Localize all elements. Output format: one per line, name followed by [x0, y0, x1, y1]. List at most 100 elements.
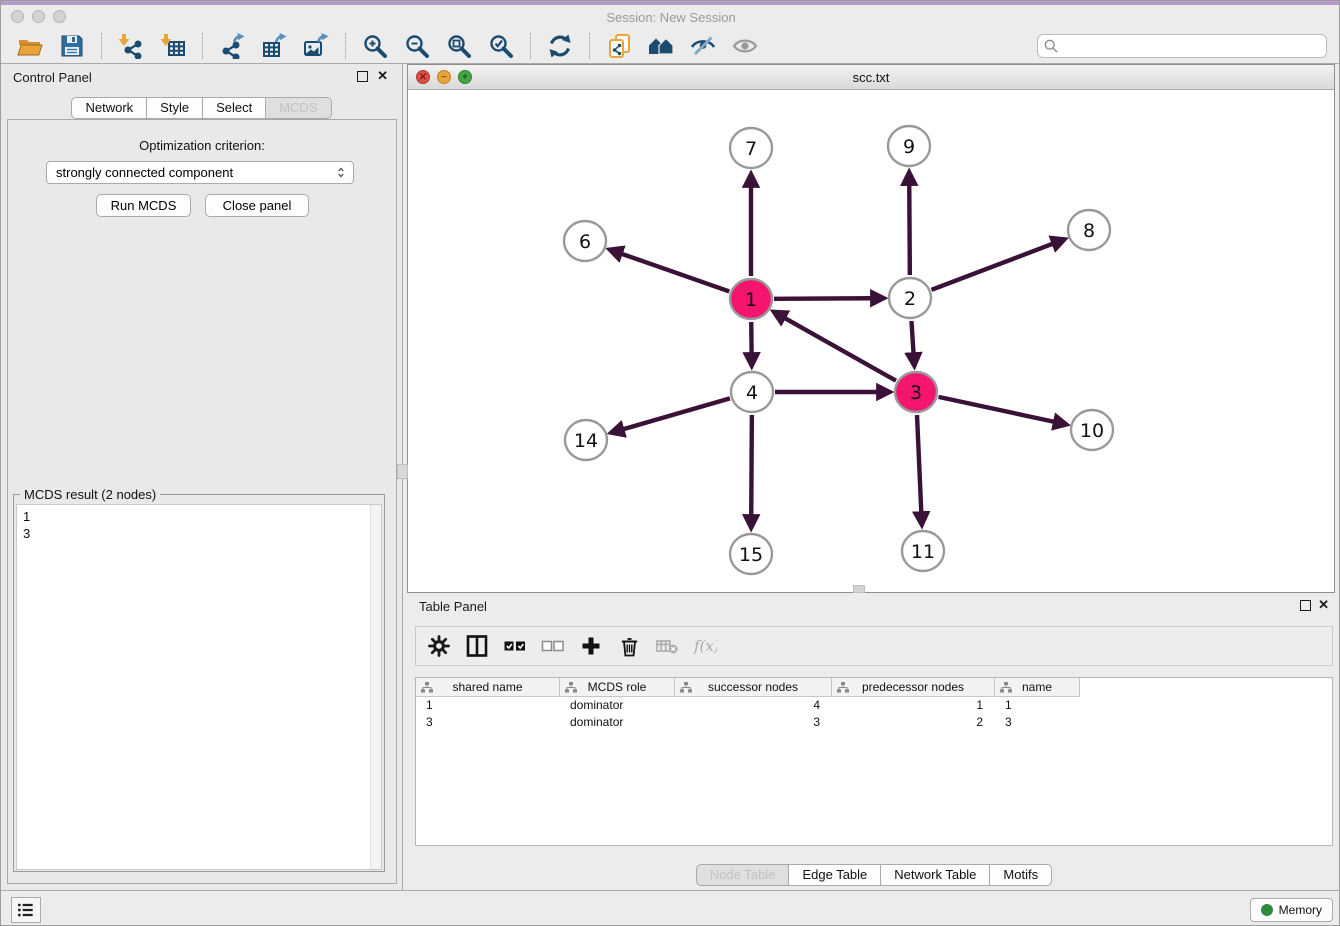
table-cell[interactable]: 1 [832, 697, 995, 714]
tab-mcds[interactable]: MCDS [266, 97, 331, 119]
import-network-button[interactable] [117, 32, 145, 60]
optimization-criterion-select[interactable]: strongly connected component [46, 161, 354, 184]
search-input[interactable] [1037, 34, 1327, 58]
control-panel-tabs: NetworkStyleSelectMCDS [1, 97, 402, 119]
new-network-from-selection-button[interactable] [605, 32, 633, 60]
show-all-button[interactable] [731, 32, 759, 60]
table-row[interactable]: 3dominator323 [416, 714, 1332, 731]
edge-2-8[interactable] [932, 244, 1053, 290]
table-cell[interactable]: 3 [416, 714, 560, 731]
edge-3-11[interactable] [917, 415, 921, 512]
node-15[interactable]: 15 [730, 534, 772, 574]
node-14[interactable]: 14 [565, 420, 607, 460]
show-columns-button[interactable] [464, 633, 490, 659]
export-network-button[interactable] [218, 32, 246, 60]
node-11[interactable]: 11 [902, 531, 944, 571]
column-header-predecessor-nodes[interactable]: predecessor nodes [832, 678, 995, 697]
vertical-splitter-handle[interactable] [397, 464, 408, 479]
open-session-button[interactable] [16, 32, 44, 60]
hide-selected-button[interactable] [689, 32, 717, 60]
export-table-icon [261, 33, 287, 59]
delete-column-button[interactable] [616, 633, 642, 659]
table-cell[interactable]: 1 [416, 697, 560, 714]
column-header-MCDS-role[interactable]: MCDS role [560, 678, 675, 697]
node-label: 7 [745, 138, 757, 160]
select-all-columns-button[interactable] [502, 633, 528, 659]
tab-network-table[interactable]: Network Table [881, 864, 990, 886]
table-panel-header: Table Panel ✕ [407, 593, 1340, 619]
memory-button[interactable]: Memory [1250, 898, 1333, 922]
edge-3-10[interactable] [938, 397, 1053, 422]
tab-motifs[interactable]: Motifs [990, 864, 1052, 886]
application-window: Session: New Session Control Panel ✕ Net… [0, 0, 1340, 926]
uncheck-all-icon [541, 634, 565, 658]
zoom-selected-button[interactable] [487, 32, 515, 60]
horizontal-splitter-handle[interactable] [853, 585, 865, 593]
node-1[interactable]: 1 [730, 279, 772, 319]
edge-2-3[interactable] [911, 321, 913, 353]
column-label: successor nodes [708, 680, 798, 694]
result-scrollbar[interactable] [370, 505, 381, 869]
node-7[interactable]: 7 [730, 128, 772, 168]
tab-network[interactable]: Network [71, 97, 147, 119]
table-cell[interactable]: 3 [995, 714, 1080, 731]
gear-icon [427, 634, 451, 658]
zoom-fit-icon [446, 33, 472, 59]
edge-4-14[interactable] [623, 398, 729, 429]
tab-style[interactable]: Style [147, 97, 203, 119]
edge-1-2[interactable] [774, 298, 871, 299]
tab-node-table[interactable]: Node Table [696, 864, 790, 886]
tab-edge-table[interactable]: Edge Table [789, 864, 881, 886]
edge-2-9[interactable] [909, 185, 910, 275]
table-options-button[interactable] [426, 633, 452, 659]
table-cell[interactable]: 3 [675, 714, 832, 731]
refresh-layout-button[interactable] [546, 32, 574, 60]
close-table-panel-icon[interactable]: ✕ [1318, 597, 1329, 613]
column-header-name[interactable]: name [995, 678, 1080, 697]
node-9[interactable]: 9 [888, 126, 930, 166]
create-column-button[interactable] [578, 633, 604, 659]
node-6[interactable]: 6 [564, 221, 606, 261]
node-2[interactable]: 2 [889, 278, 931, 318]
edge-3-1[interactable] [785, 318, 896, 381]
zoom-out-button[interactable] [403, 32, 431, 60]
close-panel-button[interactable]: Close panel [205, 194, 309, 217]
edge-1-6[interactable] [622, 254, 729, 292]
first-neighbors-button[interactable] [647, 32, 675, 60]
search-icon [1044, 39, 1058, 53]
zoom-in-icon [362, 33, 388, 59]
table-cell[interactable]: dominator [560, 714, 675, 731]
deselect-all-columns-button[interactable] [540, 633, 566, 659]
save-session-button[interactable] [58, 32, 86, 60]
task-history-button[interactable] [11, 897, 41, 923]
export-table-button[interactable] [260, 32, 288, 60]
table-row[interactable]: 1dominator411 [416, 697, 1332, 714]
column-header-successor-nodes[interactable]: successor nodes [675, 678, 832, 697]
node-8[interactable]: 8 [1068, 210, 1110, 250]
float-panel-icon[interactable] [357, 71, 368, 82]
edge-4-15[interactable] [751, 415, 752, 515]
export-image-button[interactable] [302, 32, 330, 60]
function-builder-button[interactable]: f(x) [692, 633, 718, 659]
zoom-in-button[interactable] [361, 32, 389, 60]
control-panel: Control Panel ✕ NetworkStyleSelectMCDS O… [1, 64, 403, 890]
node-10[interactable]: 10 [1071, 410, 1113, 450]
node-4[interactable]: 4 [731, 372, 773, 412]
zoom-fit-button[interactable] [445, 32, 473, 60]
table-cell[interactable]: 2 [832, 714, 995, 731]
float-table-panel-icon[interactable] [1300, 600, 1311, 611]
column-header-shared-name[interactable]: shared name [416, 678, 560, 697]
table-cell[interactable]: 1 [995, 697, 1080, 714]
close-panel-icon[interactable]: ✕ [377, 68, 388, 84]
toolbar-separator [202, 33, 203, 59]
node-3[interactable]: 3 [895, 372, 937, 412]
run-mcds-button[interactable]: Run MCDS [96, 194, 191, 217]
delete-table-button[interactable] [654, 633, 680, 659]
table-cell[interactable]: 4 [675, 697, 832, 714]
mcds-result-area[interactable]: 13 [16, 504, 382, 870]
table-cell[interactable]: dominator [560, 697, 675, 714]
import-table-button[interactable] [159, 32, 187, 60]
network-graph-canvas[interactable]: 7 9 6 8 1 2 4 3 14 10 15 11 [408, 90, 1334, 592]
tab-select[interactable]: Select [203, 97, 266, 119]
memory-label: Memory [1279, 903, 1322, 917]
